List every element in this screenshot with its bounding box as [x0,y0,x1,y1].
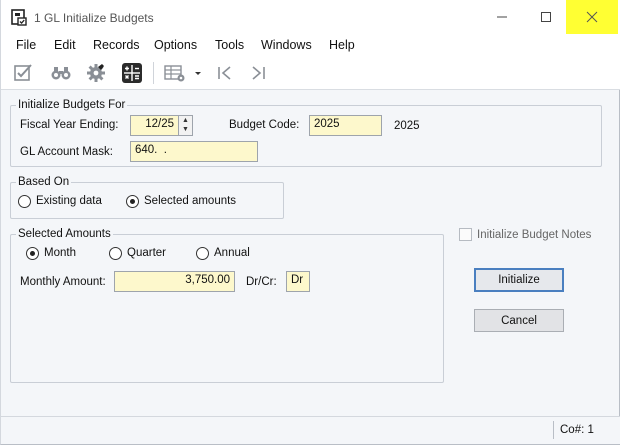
fiscal-year-spinner[interactable]: ▲ ▼ [178,116,192,135]
chevron-down-icon[interactable] [192,63,204,83]
menu-records[interactable]: Records [93,38,140,52]
minimize-icon [497,16,507,18]
selected-amounts-group-label: Selected Amounts [16,228,113,240]
selected-amounts-radio[interactable] [126,195,139,208]
menu-bar: File Edit Records Options Tools Windows … [1,34,620,56]
grid-settings-icon[interactable] [164,63,186,83]
initialize-budget-notes-label[interactable]: Initialize Budget Notes [477,229,591,241]
cancel-button[interactable]: Cancel [474,309,564,332]
close-button[interactable] [566,0,618,34]
close-icon [586,11,598,23]
toolbar-separator [153,62,154,84]
month-label[interactable]: Month [44,247,76,259]
gear-icon[interactable] [85,63,107,83]
initialize-button[interactable]: Initialize [474,268,564,292]
spin-up-icon[interactable]: ▲ [179,116,192,125]
quarter-label[interactable]: Quarter [127,247,166,259]
maximize-button[interactable] [523,0,569,34]
existing-data-radio[interactable] [18,195,31,208]
month-radio[interactable] [26,247,39,260]
minimize-button[interactable] [479,0,525,34]
existing-data-label[interactable]: Existing data [36,195,102,207]
fiscal-year-label: Fiscal Year Ending: [20,119,119,131]
account-mask-label: GL Account Mask: [20,146,113,158]
check-edit-icon[interactable] [13,63,35,83]
monthly-amount-label: Monthly Amount: [20,276,106,288]
menu-options[interactable]: Options [154,38,197,52]
binoculars-icon[interactable] [50,63,72,83]
maximize-icon [541,12,551,22]
company-number: Co#: 1 [560,424,594,436]
spin-down-icon[interactable]: ▼ [179,125,192,134]
selected-amounts-label[interactable]: Selected amounts [144,195,236,207]
menu-tools[interactable]: Tools [215,38,244,52]
status-bar: Co#: 1 [1,416,620,444]
annual-radio[interactable] [196,247,209,260]
menu-windows[interactable]: Windows [261,38,312,52]
calculator-icon[interactable] [121,63,143,83]
app-icon [11,9,27,26]
budget-code-description: 2025 [394,120,420,132]
monthly-amount-input[interactable]: 3,750.00 [114,271,235,292]
last-record-icon[interactable] [248,63,270,83]
based-on-group-label: Based On [16,176,72,188]
budget-code-label: Budget Code: [229,119,300,131]
window-title: 1 GL Initialize Budgets [34,11,154,25]
drcr-label: Dr/Cr: [246,276,277,288]
menu-file[interactable]: File [16,38,36,52]
toolbar [1,56,620,90]
first-record-icon[interactable] [214,63,236,83]
budget-code-input[interactable]: 2025 [309,115,382,136]
account-mask-input[interactable]: 640. . [130,141,258,162]
title-bar: 1 GL Initialize Budgets [1,0,620,34]
drcr-input[interactable]: Dr [286,271,310,292]
menu-help[interactable]: Help [329,38,355,52]
quarter-radio[interactable] [109,247,122,260]
initialize-budget-notes-checkbox[interactable] [459,228,472,241]
gl-initialize-budgets-window: 1 GL Initialize Budgets File Edit Record… [0,0,620,445]
status-separator [553,421,554,439]
annual-label[interactable]: Annual [214,247,250,259]
menu-edit[interactable]: Edit [54,38,76,52]
initialize-budgets-group-label: Initialize Budgets For [16,99,128,111]
